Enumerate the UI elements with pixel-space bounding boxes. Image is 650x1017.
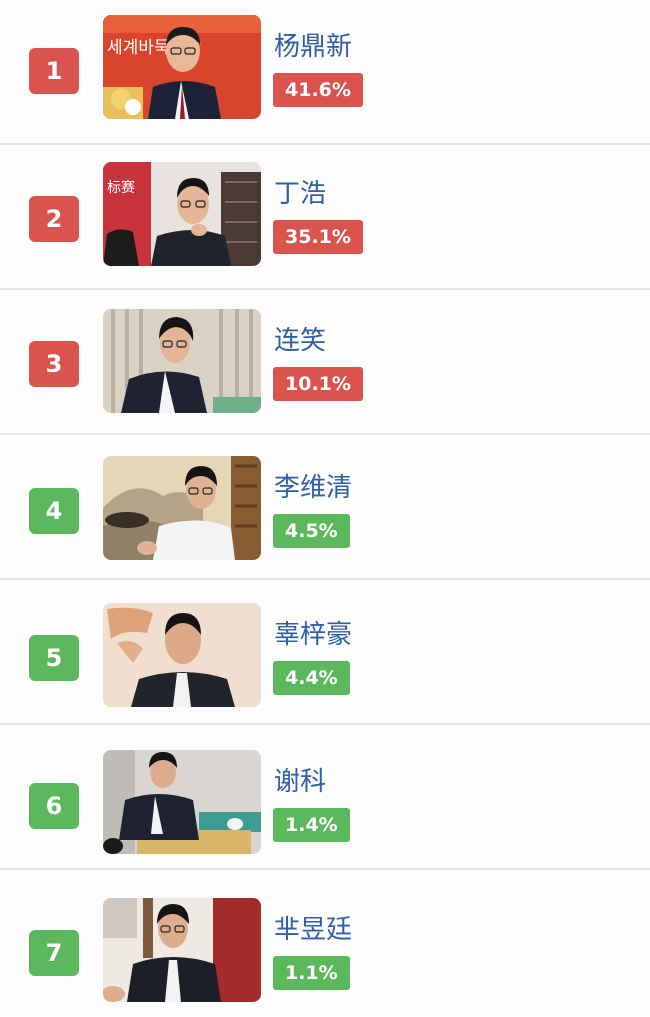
player-photo: [103, 603, 261, 707]
probability-badge: 1.1%: [273, 956, 350, 990]
list-item[interactable]: 3 连笑 10.1%: [0, 290, 650, 435]
player-photo: [103, 898, 261, 1002]
player-name: 芈昱廷: [274, 915, 353, 945]
probability-badge: 10.1%: [273, 367, 363, 401]
list-item[interactable]: 5 辜梓豪 4.4%: [0, 580, 650, 725]
player-photo: [103, 456, 261, 560]
player-photo: [103, 750, 261, 854]
rank-badge: 4: [29, 488, 79, 534]
list-item[interactable]: 1 세계바둑최강 杨鼎新 41.6%: [0, 0, 650, 145]
rank-badge: 3: [29, 341, 79, 387]
player-photo: 세계바둑최강: [103, 15, 261, 119]
list-item[interactable]: 6 谢科 1.4%: [0, 725, 650, 870]
player-name: 辜梓豪: [274, 620, 353, 650]
list-item[interactable]: 4 李维清 4.5%: [0, 435, 650, 580]
player-name: 杨鼎新: [274, 32, 353, 62]
player-name: 连笑: [274, 326, 327, 356]
player-name: 李维清: [274, 473, 353, 503]
probability-badge: 35.1%: [273, 220, 363, 254]
rank-badge: 1: [29, 48, 79, 94]
player-name: 谢科: [274, 767, 327, 797]
player-name: 丁浩: [274, 179, 327, 209]
probability-badge: 4.5%: [273, 514, 350, 548]
probability-badge: 1.4%: [273, 808, 350, 842]
rank-badge: 6: [29, 783, 79, 829]
rank-badge: 7: [29, 930, 79, 976]
list-item[interactable]: 7 芈昱廷 1.1%: [0, 870, 650, 1015]
probability-badge: 4.4%: [273, 661, 350, 695]
player-photo: [103, 309, 261, 413]
list-item[interactable]: 2 标赛 丁浩 35.1%: [0, 145, 650, 290]
ranking-list: 1 세계바둑최강 杨鼎新 41.6% 2 标赛 丁浩 35.1% 3 连笑 10…: [0, 0, 650, 1017]
rank-badge: 5: [29, 635, 79, 681]
photo-caption: 标赛: [107, 180, 135, 196]
rank-badge: 2: [29, 196, 79, 242]
probability-badge: 41.6%: [273, 73, 363, 107]
player-photo: 标赛: [103, 162, 261, 266]
